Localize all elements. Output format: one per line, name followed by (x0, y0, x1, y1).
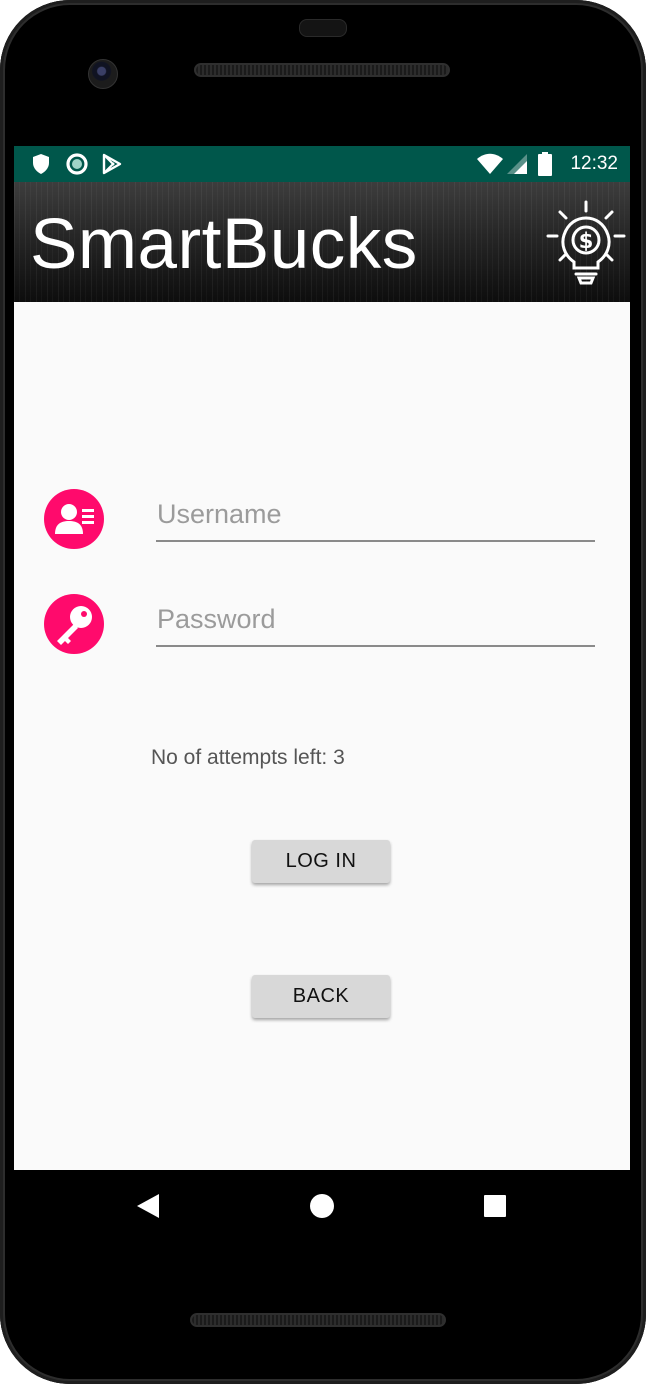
recents-square-icon[interactable] (455, 1170, 535, 1242)
back-button[interactable]: BACK (252, 975, 390, 1018)
back-triangle-icon[interactable] (108, 1170, 188, 1242)
password-input[interactable] (156, 599, 595, 647)
status-clock: 12:32 (570, 153, 618, 174)
app-header: SmartBucks $ (14, 182, 630, 302)
front-camera (88, 59, 118, 89)
key-icon (44, 594, 104, 654)
status-bar: 12:32 (14, 146, 630, 182)
svg-text:$: $ (579, 229, 594, 253)
lightbulb-dollar-icon: $ (546, 200, 626, 286)
play-store-icon (101, 146, 123, 182)
log-in-button[interactable]: LOG IN (252, 840, 390, 883)
shield-icon (31, 146, 51, 182)
app-title: SmartBucks (30, 205, 418, 284)
home-circle-icon[interactable] (282, 1170, 362, 1242)
signal-icon (506, 146, 528, 182)
battery-icon (538, 146, 552, 182)
proximity-sensor (299, 19, 347, 37)
user-card-icon (44, 489, 104, 549)
earpiece-speaker (194, 63, 450, 77)
phone-frame: 12:32 SmartBucks $ Username No of attemp… (0, 0, 646, 1384)
navigation-bar (0, 1170, 646, 1242)
screen: 12:32 SmartBucks $ Username No of attemp… (14, 146, 630, 1170)
bottom-speaker (190, 1313, 446, 1327)
attempts-left-label: No of attempts left: 3 (151, 746, 345, 769)
username-input[interactable] (156, 494, 595, 542)
wifi-icon (476, 146, 504, 182)
sync-circle-icon (65, 146, 89, 182)
